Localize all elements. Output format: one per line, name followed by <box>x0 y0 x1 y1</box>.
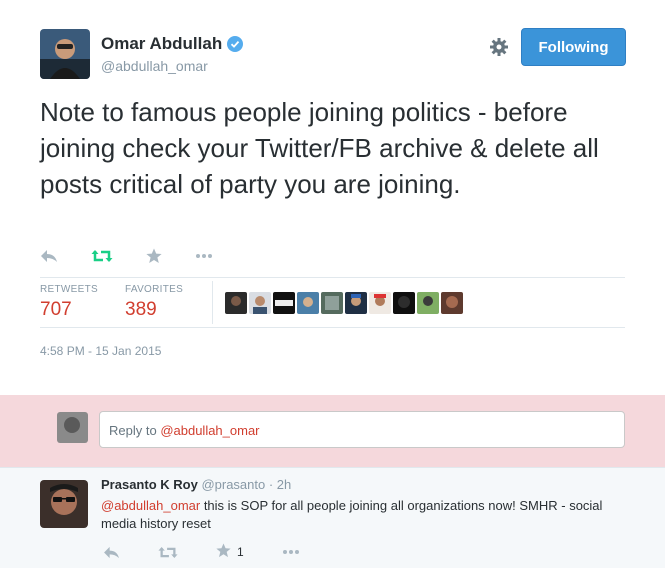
divider <box>40 277 625 278</box>
tweet-timestamp[interactable]: 4:58 PM - 15 Jan 2015 <box>40 344 161 358</box>
reply-icon[interactable] <box>40 246 58 266</box>
reply-actions: 1 <box>103 543 338 561</box>
reply-author-name[interactable]: Prasanto K Roy <box>101 477 198 492</box>
reply-text: @abdullah_omar this is SOP for all peopl… <box>101 497 631 533</box>
favorites-label: FAVORITES <box>125 284 184 295</box>
reply-tweet: Prasanto K Roy @prasanto · 2h @abdullah_… <box>0 467 665 568</box>
author-info: Omar Abdullah @abdullah_omar <box>101 34 244 74</box>
reply-icon[interactable] <box>103 543 120 561</box>
avatar[interactable] <box>225 292 247 314</box>
avatar[interactable] <box>273 292 295 314</box>
following-button[interactable]: Following <box>521 28 626 66</box>
reply-prefix: Reply to <box>109 423 161 438</box>
avatar[interactable] <box>417 292 439 314</box>
divider <box>40 327 625 328</box>
gear-icon[interactable] <box>489 37 509 57</box>
favorite-count: 1 <box>237 545 244 559</box>
avatar <box>57 412 88 443</box>
favorite-button[interactable]: 1 <box>216 543 244 561</box>
verified-icon <box>227 36 244 52</box>
author-avatar[interactable] <box>40 29 90 79</box>
avatar[interactable] <box>369 292 391 314</box>
retweet-icon[interactable] <box>91 246 113 266</box>
retweet-icon[interactable] <box>158 543 178 561</box>
reply-input[interactable]: Reply to @abdullah_omar <box>99 411 625 448</box>
author-name[interactable]: Omar Abdullah <box>101 34 222 54</box>
favoriter-avatars <box>225 292 463 314</box>
reply-header: Prasanto K Roy @prasanto · 2h <box>101 477 291 492</box>
reply-author-handle[interactable]: @prasanto <box>201 477 265 492</box>
retweets-stat[interactable]: RETWEETS 707 <box>40 284 98 321</box>
more-icon[interactable] <box>282 543 300 561</box>
reply-box-area: Reply to @abdullah_omar <box>0 395 665 467</box>
reply-text-mention[interactable]: @abdullah_omar <box>101 498 200 513</box>
retweets-label: RETWEETS <box>40 284 98 295</box>
retweets-count: 707 <box>40 299 72 320</box>
avatar[interactable] <box>321 292 343 314</box>
favorite-icon <box>216 543 231 561</box>
reply-time[interactable]: · 2h <box>265 477 291 492</box>
tweet-text: Note to famous people joining politics -… <box>40 97 599 199</box>
favorites-stat[interactable]: FAVORITES 389 <box>125 284 183 321</box>
avatar[interactable] <box>40 480 88 528</box>
avatar[interactable] <box>249 292 271 314</box>
favorites-count: 389 <box>125 299 157 320</box>
divider <box>212 281 213 324</box>
favorite-icon[interactable] <box>146 246 162 266</box>
avatar[interactable] <box>441 292 463 314</box>
avatar[interactable] <box>297 292 319 314</box>
avatar[interactable] <box>393 292 415 314</box>
avatar[interactable] <box>345 292 367 314</box>
reply-mention: @abdullah_omar <box>160 423 260 438</box>
author-handle[interactable]: @abdullah_omar <box>101 58 243 74</box>
tweet-actions <box>40 246 246 266</box>
tweet-card: Omar Abdullah @abdullah_omar Following N… <box>0 0 665 395</box>
more-icon[interactable] <box>195 246 213 266</box>
